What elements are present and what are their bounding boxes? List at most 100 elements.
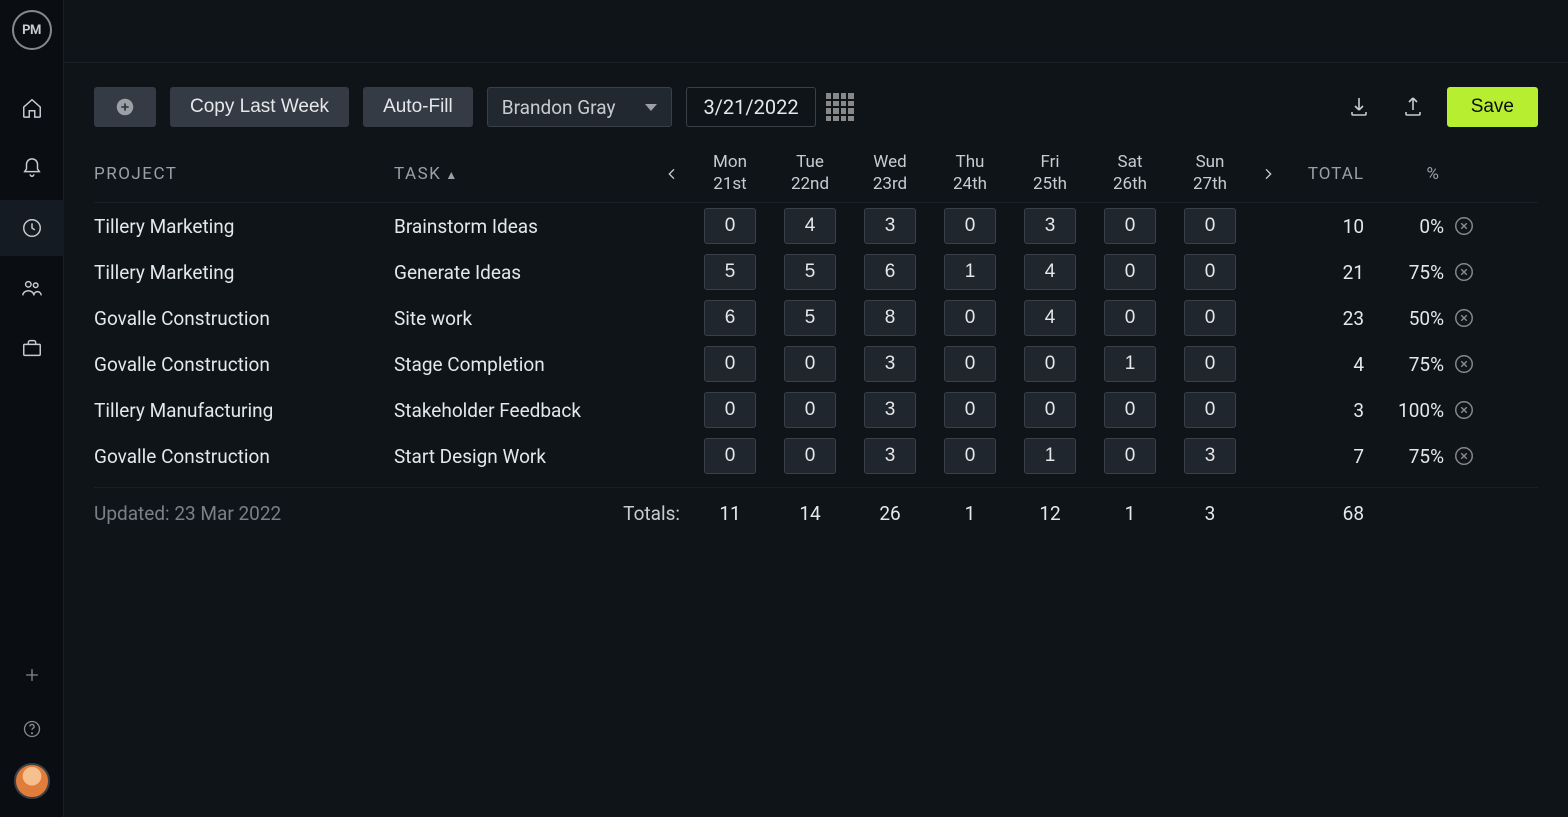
hours-input[interactable] <box>1024 208 1076 244</box>
delete-row-icon[interactable] <box>1453 445 1475 467</box>
hours-input[interactable] <box>944 254 996 290</box>
task-cell: Brainstorm Ideas <box>394 215 654 238</box>
save-button[interactable]: Save <box>1447 87 1538 127</box>
download-icon <box>1347 95 1371 119</box>
col-percent: % <box>1370 164 1446 184</box>
hours-input[interactable] <box>704 300 756 336</box>
hours-input[interactable] <box>864 254 916 290</box>
hours-input[interactable] <box>864 208 916 244</box>
hours-input[interactable] <box>1104 346 1156 382</box>
nav-team[interactable] <box>0 260 64 316</box>
hours-input[interactable] <box>944 346 996 382</box>
table-header: PROJECT TASK▲ Mon21st Tue22nd Wed23rd Th… <box>94 145 1538 203</box>
row-percent: 50% <box>1370 307 1446 330</box>
delete-row-icon[interactable] <box>1453 353 1475 375</box>
project-cell: Tillery Marketing <box>94 215 394 238</box>
hours-input[interactable] <box>944 208 996 244</box>
nav-timesheet[interactable] <box>0 200 64 256</box>
row-total: 10 <box>1286 215 1370 238</box>
hours-input[interactable] <box>1184 438 1236 474</box>
day-header-sat: Sat26th <box>1090 152 1170 195</box>
project-cell: Govalle Construction <box>94 445 394 468</box>
chevron-down-icon <box>645 104 657 111</box>
hours-input[interactable] <box>1104 300 1156 336</box>
delete-row-icon[interactable] <box>1453 307 1475 329</box>
day-header-sun: Sun27th <box>1170 152 1250 195</box>
hours-input[interactable] <box>1184 254 1236 290</box>
hours-input[interactable] <box>704 392 756 428</box>
task-cell: Generate Ideas <box>394 261 654 284</box>
user-select[interactable]: Brandon Gray <box>487 87 673 127</box>
hours-input[interactable] <box>944 300 996 336</box>
hours-input[interactable] <box>1184 392 1236 428</box>
plus-circle-icon <box>114 96 136 118</box>
hours-input[interactable] <box>944 392 996 428</box>
week-date-input[interactable]: 3/21/2022 <box>686 87 815 127</box>
total-tue: 14 <box>770 502 850 525</box>
total-thu: 1 <box>930 502 1010 525</box>
hours-input[interactable] <box>864 438 916 474</box>
hours-input[interactable] <box>784 208 836 244</box>
auto-fill-button[interactable]: Auto-Fill <box>363 87 473 127</box>
hours-input[interactable] <box>944 438 996 474</box>
hours-input[interactable] <box>1184 208 1236 244</box>
briefcase-icon <box>21 337 43 359</box>
hours-input[interactable] <box>704 346 756 382</box>
delete-row-icon[interactable] <box>1453 399 1475 421</box>
hours-input[interactable] <box>704 208 756 244</box>
row-total: 21 <box>1286 261 1370 284</box>
upload-icon <box>1401 95 1425 119</box>
hours-input[interactable] <box>1104 392 1156 428</box>
chevron-right-icon <box>1260 166 1276 182</box>
delete-row-icon[interactable] <box>1453 261 1475 283</box>
hours-input[interactable] <box>704 438 756 474</box>
add-row-button[interactable] <box>94 87 156 127</box>
table-row: Tillery MarketingBrainstorm Ideas100% <box>94 203 1538 249</box>
next-week-button[interactable] <box>1250 156 1286 192</box>
hours-input[interactable] <box>1024 300 1076 336</box>
calendar-icon[interactable] <box>826 93 854 121</box>
hours-input[interactable] <box>1104 438 1156 474</box>
export-button[interactable] <box>1393 87 1433 127</box>
hours-input[interactable] <box>784 438 836 474</box>
hours-input[interactable] <box>784 254 836 290</box>
help-icon <box>22 719 42 739</box>
import-button[interactable] <box>1339 87 1379 127</box>
hours-input[interactable] <box>864 300 916 336</box>
nav-home[interactable] <box>0 80 64 136</box>
hours-input[interactable] <box>1184 300 1236 336</box>
nav-add[interactable] <box>12 655 52 695</box>
delete-row-icon[interactable] <box>1453 215 1475 237</box>
hours-input[interactable] <box>1024 346 1076 382</box>
hours-input[interactable] <box>864 346 916 382</box>
col-project[interactable]: PROJECT <box>94 164 394 184</box>
hours-input[interactable] <box>784 392 836 428</box>
nav-projects[interactable] <box>0 320 64 376</box>
total-wed: 26 <box>850 502 930 525</box>
table-row: Tillery MarketingGenerate Ideas2175% <box>94 249 1538 295</box>
task-cell: Stakeholder Feedback <box>394 399 654 422</box>
hours-input[interactable] <box>784 300 836 336</box>
hours-input[interactable] <box>864 392 916 428</box>
user-avatar[interactable] <box>14 763 50 799</box>
grand-total: 68 <box>1286 502 1370 525</box>
hours-input[interactable] <box>704 254 756 290</box>
hours-input[interactable] <box>1024 438 1076 474</box>
table-row: Tillery ManufacturingStakeholder Feedbac… <box>94 387 1538 433</box>
col-task[interactable]: TASK▲ <box>394 164 654 184</box>
hours-input[interactable] <box>1104 254 1156 290</box>
prev-week-button[interactable] <box>654 156 690 192</box>
hours-input[interactable] <box>1024 254 1076 290</box>
copy-last-week-button[interactable]: Copy Last Week <box>170 87 349 127</box>
hours-input[interactable] <box>1024 392 1076 428</box>
nav-notifications[interactable] <box>0 140 64 196</box>
table-row: Govalle ConstructionStage Completion475% <box>94 341 1538 387</box>
hours-input[interactable] <box>1184 346 1236 382</box>
day-header-wed: Wed23rd <box>850 152 930 195</box>
total-mon: 11 <box>690 502 770 525</box>
nav-help[interactable] <box>12 709 52 749</box>
project-cell: Govalle Construction <box>94 353 394 376</box>
hours-input[interactable] <box>1104 208 1156 244</box>
task-cell: Stage Completion <box>394 353 654 376</box>
hours-input[interactable] <box>784 346 836 382</box>
